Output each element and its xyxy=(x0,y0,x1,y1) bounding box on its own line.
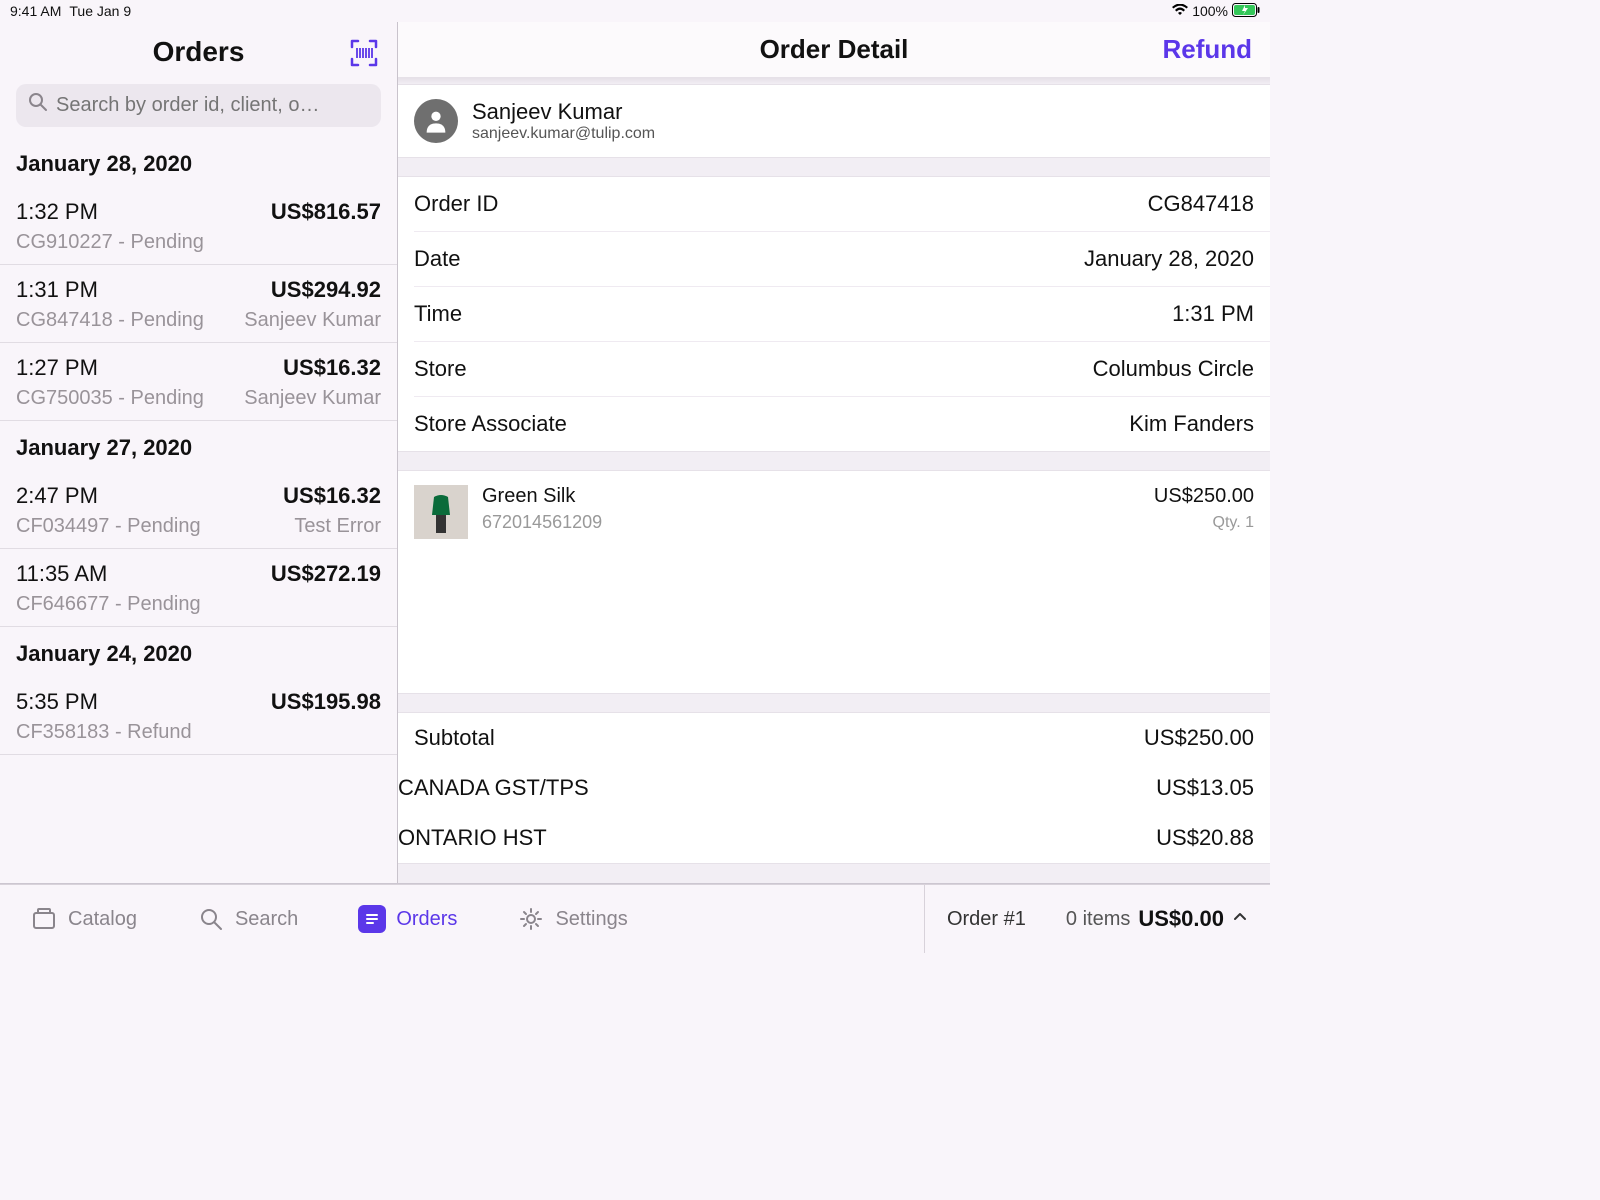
cart-items: 0 items xyxy=(1066,908,1130,931)
field-value: 1:31 PM xyxy=(1172,301,1254,327)
status-date: Tue Jan 9 xyxy=(69,3,131,19)
cart-label: Order #1 xyxy=(947,908,1026,931)
total-value: US$20.88 xyxy=(1156,825,1254,851)
total-label: CANADA GST/TPS xyxy=(398,775,589,801)
field-value: January 28, 2020 xyxy=(1084,246,1254,272)
date-header: January 28, 2020 xyxy=(0,137,397,187)
order-time: 5:35 PM xyxy=(16,689,98,715)
order-amount: US$294.92 xyxy=(271,277,381,303)
wifi-icon xyxy=(1172,3,1188,19)
tab-label: Search xyxy=(235,908,298,931)
battery-icon xyxy=(1232,3,1260,20)
order-client: Sanjeev Kumar xyxy=(244,309,381,332)
order-idline: CF646677 - Pending xyxy=(16,593,201,616)
customer-email: sanjeev.kumar@tulip.com xyxy=(472,125,655,143)
order-detail-pane: Order Detail Refund Sanjeev Kumar sanjee… xyxy=(398,22,1270,883)
barcode-scan-button[interactable] xyxy=(347,36,381,70)
field-label: Store xyxy=(414,356,467,382)
item-price: US$250.00 xyxy=(1154,485,1254,508)
item-qty: Qty. 1 xyxy=(1154,514,1254,532)
battery-pct: 100% xyxy=(1192,3,1228,19)
item-sku: 672014561209 xyxy=(482,512,1140,533)
list-item[interactable]: 1:32 PM US$816.57 CG910227 - Pending xyxy=(0,187,397,265)
order-amount: US$195.98 xyxy=(271,689,381,715)
field-label: Store Associate xyxy=(414,411,567,437)
sidebar-title: Orders xyxy=(153,36,245,68)
tab-label: Catalog xyxy=(68,908,137,931)
total-label: ONTARIO HST xyxy=(398,825,547,851)
item-name: Green Silk xyxy=(482,485,1140,508)
order-fields: Order ID CG847418 Date January 28, 2020 Ti… xyxy=(398,176,1270,452)
total-label: Subtotal xyxy=(414,725,495,751)
list-item[interactable]: 1:27 PM US$16.32 CG750035 - Pending Sanj… xyxy=(0,343,397,421)
detail-title: Order Detail xyxy=(760,34,909,65)
order-time: 2:47 PM xyxy=(16,483,98,509)
customer-name: Sanjeev Kumar xyxy=(472,99,655,125)
tab-search[interactable]: Search xyxy=(167,885,328,953)
cart-total: US$0.00 xyxy=(1138,906,1224,932)
cart-summary[interactable]: Order #1 0 items US$0.00 xyxy=(924,885,1270,953)
field-value: Columbus Circle xyxy=(1093,356,1254,382)
order-time: 1:27 PM xyxy=(16,355,98,381)
list-item[interactable]: 1:31 PM US$294.92 CG847418 - Pending San… xyxy=(0,265,397,343)
order-idline: CG750035 - Pending xyxy=(16,387,204,410)
tab-settings[interactable]: Settings xyxy=(487,885,657,953)
order-idline: CF358183 - Refund xyxy=(16,721,192,744)
orders-sidebar: Orders January 28, 2020 xyxy=(0,22,398,883)
catalog-icon xyxy=(30,905,58,933)
order-idline: CG910227 - Pending xyxy=(16,231,204,254)
field-label: Date xyxy=(414,246,460,272)
totals: Subtotal US$250.00 CANADA GST/TPS US$13.05… xyxy=(398,712,1270,864)
status-time: 9:41 AM xyxy=(10,3,61,19)
order-client: Sanjeev Kumar xyxy=(244,387,381,410)
status-bar: 9:41 AM Tue Jan 9 100% xyxy=(0,0,1270,22)
tab-orders[interactable]: Orders xyxy=(328,885,487,953)
list-item[interactable]: 2:47 PM US$16.32 CF034497 - Pending Test… xyxy=(0,471,397,549)
tab-label: Orders xyxy=(396,908,457,931)
line-item[interactable]: Green Silk 672014561209 US$250.00 Qty. 1 xyxy=(398,471,1270,553)
avatar xyxy=(414,99,458,143)
order-client: Test Error xyxy=(294,515,381,538)
order-time: 1:32 PM xyxy=(16,199,98,225)
gear-icon xyxy=(517,905,545,933)
order-amount: US$16.32 xyxy=(283,355,381,381)
search-icon xyxy=(28,92,48,117)
field-label: Order ID xyxy=(414,191,498,217)
order-amount: US$272.19 xyxy=(271,561,381,587)
search-icon xyxy=(197,905,225,933)
list-item[interactable]: 11:35 AM US$272.19 CF646677 - Pending xyxy=(0,549,397,627)
order-time: 1:31 PM xyxy=(16,277,98,303)
line-items: Green Silk 672014561209 US$250.00 Qty. 1 xyxy=(398,470,1270,694)
refund-button[interactable]: Refund xyxy=(1162,34,1252,65)
product-thumb xyxy=(414,485,468,539)
barcode-icon xyxy=(349,38,379,68)
field-value: CG847418 xyxy=(1148,191,1254,217)
orders-list[interactable]: January 28, 2020 1:32 PM US$816.57 CG910… xyxy=(0,137,397,883)
total-value: US$250.00 xyxy=(1144,725,1254,751)
field-value: Kim Fanders xyxy=(1129,411,1254,437)
order-idline: CF034497 - Pending xyxy=(16,515,201,538)
field-label: Time xyxy=(414,301,462,327)
chevron-up-icon xyxy=(1232,909,1248,930)
tab-label: Settings xyxy=(555,908,627,931)
customer-section[interactable]: Sanjeev Kumar sanjeev.kumar@tulip.com xyxy=(398,84,1270,158)
orders-icon xyxy=(358,905,386,933)
list-item[interactable]: 5:35 PM US$195.98 CF358183 - Refund xyxy=(0,677,397,755)
date-header: January 24, 2020 xyxy=(0,627,397,677)
order-time: 11:35 AM xyxy=(16,561,107,587)
date-header: January 27, 2020 xyxy=(0,421,397,471)
order-idline: CG847418 - Pending xyxy=(16,309,204,332)
search-input[interactable] xyxy=(16,84,381,127)
total-value: US$13.05 xyxy=(1156,775,1254,801)
tab-bar: Catalog Search Orders Settings Order #1 … xyxy=(0,884,1270,953)
tab-catalog[interactable]: Catalog xyxy=(0,885,167,953)
order-amount: US$816.57 xyxy=(271,199,381,225)
order-amount: US$16.32 xyxy=(283,483,381,509)
